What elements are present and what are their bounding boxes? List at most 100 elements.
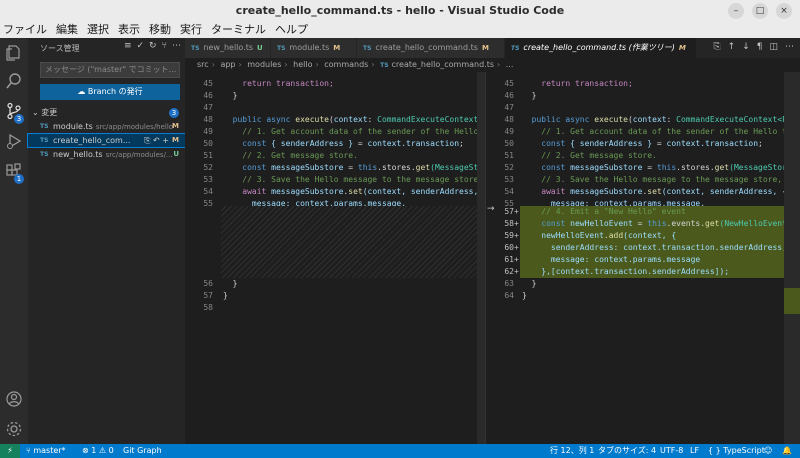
discard-changes-icon[interactable]: ↶ (153, 136, 160, 145)
minimize-button[interactable]: – (728, 3, 744, 19)
minimap-change-marker (784, 288, 800, 314)
language-status[interactable]: { } TypeScript (708, 444, 765, 458)
git-graph-status[interactable]: Git Graph (123, 444, 162, 458)
code-line: 54 await messageSubstore.set(context, se… (504, 187, 787, 196)
menu-edit[interactable]: 編集 (56, 22, 78, 38)
menu-bar: ファイル 編集 選択 表示 移動 実行 ターミナル ヘルプ (0, 22, 800, 38)
typescript-file-icon: TS (277, 45, 286, 52)
more-actions-icon[interactable]: ⋯ (785, 42, 794, 52)
tab-status: M (481, 44, 489, 52)
code-line: 49 // 1. Get account data of the sender … (203, 127, 485, 136)
gear-icon[interactable] (5, 420, 23, 438)
file-path: src/app/modules/hello (95, 123, 174, 131)
eol-status[interactable]: LF (690, 444, 699, 458)
changes-label: 変更 (41, 108, 58, 117)
account-icon[interactable] (5, 390, 23, 408)
file-path: src/app/modules/... (105, 151, 173, 159)
code-line: 51 // 2. Get message store. (504, 151, 657, 160)
notifications-icon[interactable]: 🔔 (782, 444, 792, 458)
changed-file-row[interactable]: TS new_hello.ts src/app/modules/... U (28, 148, 185, 161)
changes-section-header[interactable]: ⌄ 変更 3 (32, 107, 185, 119)
open-file-icon[interactable]: ⎘ (713, 42, 720, 52)
scm-badge: 3 (14, 114, 24, 124)
code-line: 46 } (504, 91, 537, 100)
toggle-whitespace-icon[interactable]: ¶ (757, 42, 763, 52)
row-actions: ⎘ ↶ + (144, 134, 169, 147)
file-name: module.ts (53, 122, 93, 131)
close-button[interactable]: × (776, 3, 792, 19)
remote-indicator-icon[interactable]: ⚡ (0, 444, 20, 458)
file-name: create_hello_com... (53, 136, 131, 145)
diff-gutter-line: 58 + (504, 219, 519, 228)
commit-message-input[interactable]: メッセージ ("master" でコミット... (40, 62, 180, 78)
cursor-position-status[interactable]: 行 12、列 1 (550, 444, 594, 458)
tab-create-hello-command[interactable]: TS create_hello_command.ts M (357, 38, 505, 58)
tab-label: create_hello_command.ts (375, 43, 478, 52)
branch-icon[interactable]: ⑂ (162, 41, 167, 51)
open-file-icon[interactable]: ⎘ (144, 136, 150, 145)
split-editor-icon[interactable]: ◫ (769, 42, 778, 52)
menu-selection[interactable]: 選択 (87, 22, 109, 38)
tab-label: new_hello.ts (203, 43, 253, 52)
breadcrumb-item[interactable]: commands (324, 60, 368, 69)
diff-modified-pane[interactable]: 45 return transaction; 46 } 47 48 public… (485, 72, 800, 444)
code-line: 53 // 3. Save the Hello message to the m… (203, 175, 484, 184)
code-line: 52 const messageSubstore = this.stores.g… (203, 163, 485, 172)
breadcrumb: src › app › modules › hello › commands › TS cr… (185, 58, 800, 72)
problems-status[interactable]: ⊗ 1 ⚠ 0 (82, 444, 114, 458)
breadcrumb-item[interactable]: app (220, 60, 235, 69)
diff-original-pane[interactable]: 45 return transaction; 46 } 47 48 public… (185, 72, 485, 444)
breadcrumb-item[interactable]: create_hello_command.ts (392, 60, 495, 69)
code-line: 51 // 2. Get message store. (203, 151, 358, 160)
maximize-button[interactable]: □ (752, 3, 768, 19)
breadcrumb-item[interactable]: hello (293, 60, 312, 69)
explorer-icon[interactable] (5, 44, 23, 62)
more-actions-icon[interactable]: ⋯ (172, 41, 181, 51)
code-line: 49 // 1. Get account data of the sender … (504, 127, 800, 136)
view-as-tree-icon[interactable]: ≡ (124, 41, 132, 51)
menu-go[interactable]: 移動 (149, 22, 171, 38)
changed-file-row[interactable]: TS module.ts src/app/modules/hello M (28, 120, 185, 133)
changes-count-badge: 3 (169, 108, 179, 118)
breadcrumb-item[interactable]: modules (247, 60, 281, 69)
tab-module[interactable]: TS module.ts M (271, 38, 357, 58)
feedback-icon[interactable]: ☺ (764, 444, 772, 458)
breadcrumb-item[interactable]: src (197, 60, 209, 69)
menu-view[interactable]: 表示 (118, 22, 140, 38)
diff-gutter-line: 62 + (504, 267, 519, 276)
code-line: 45 return transaction; (504, 79, 633, 88)
activity-bar: 3 1 (0, 38, 28, 444)
changed-file-row-selected[interactable]: TS create_hello_com... ⎘ ↶ + M (27, 133, 186, 148)
encoding-status[interactable]: UTF-8 (660, 444, 683, 458)
code-line: 45 return transaction; (203, 79, 334, 88)
code-line: 48 public async execute(context: Command… (504, 115, 800, 124)
tab-new-hello[interactable]: TS new_hello.ts U (185, 38, 271, 58)
refresh-icon[interactable]: ↻ (149, 41, 157, 51)
editor-tabs: TS new_hello.ts U TS module.ts M TS create_he… (185, 38, 800, 58)
arrow-down-icon[interactable]: ↓ (742, 42, 750, 52)
code-line: 57} (203, 291, 228, 300)
tab-create-hello-command-working-tree[interactable]: TS create_hello_command.ts (作業ツリー) M (505, 38, 697, 58)
right-scrollbar[interactable] (784, 72, 800, 444)
code-line: 58 (203, 303, 213, 312)
arrow-up-icon[interactable]: ↑ (728, 42, 736, 52)
chevron-down-icon: ⌄ (32, 108, 39, 117)
left-scrollbar[interactable] (477, 72, 485, 444)
typescript-file-icon: TS (40, 123, 49, 130)
branch-status[interactable]: ⑂ master* (26, 444, 66, 458)
run-debug-icon[interactable] (5, 132, 23, 150)
menu-help[interactable]: ヘルプ (275, 22, 308, 38)
menu-file[interactable]: ファイル (3, 22, 47, 38)
diff-arrow-icon[interactable]: → (487, 204, 495, 214)
menu-run[interactable]: 実行 (180, 22, 202, 38)
tab-size-status[interactable]: タブのサイズ: 4 (598, 444, 656, 458)
publish-branch-button[interactable]: ☁ Branch の発行 (40, 84, 180, 100)
breadcrumb-item[interactable]: ... (506, 60, 514, 69)
menu-terminal[interactable]: ターミナル (211, 22, 266, 38)
diff-gutter-line: 60 + (504, 243, 519, 252)
stage-changes-icon[interactable]: + (162, 136, 169, 145)
commit-check-icon[interactable]: ✓ (137, 41, 145, 51)
diff-filler-hatch (221, 206, 485, 278)
source-control-panel: ソース管理 ≡ ✓ ↻ ⑂ ⋯ メッセージ ("master" でコミット...… (27, 38, 186, 444)
search-icon[interactable] (5, 72, 23, 90)
